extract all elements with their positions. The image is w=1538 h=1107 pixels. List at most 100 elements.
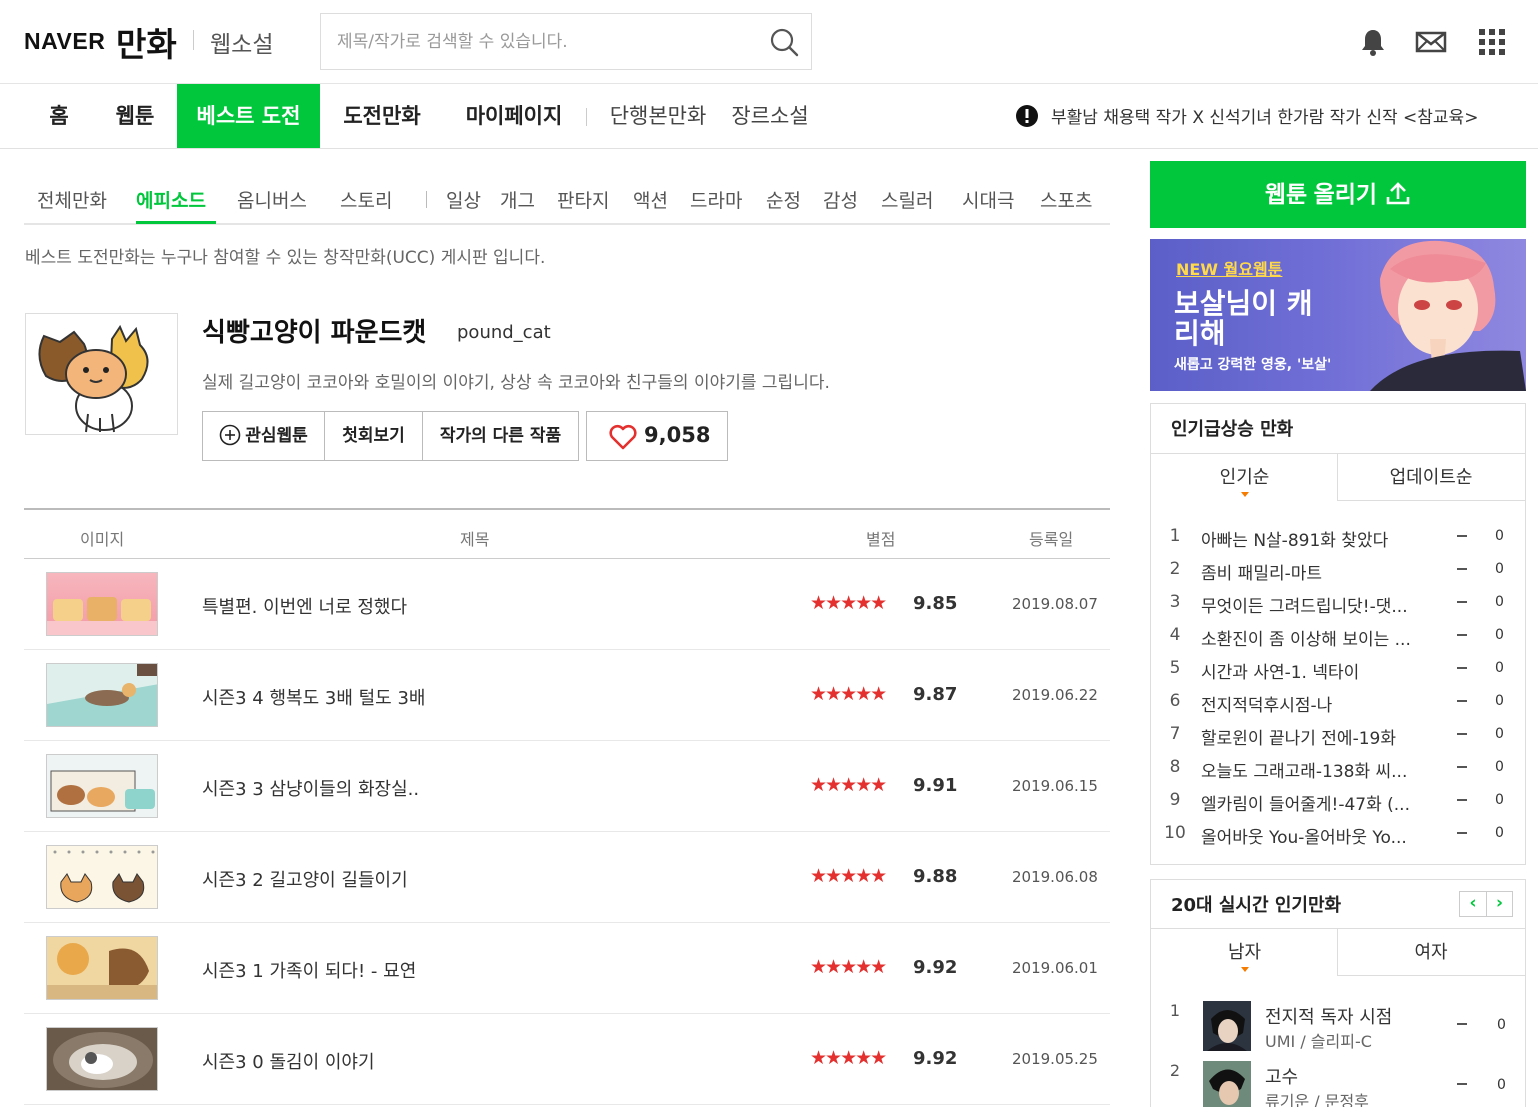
- tab-historical[interactable]: 시대극: [962, 186, 1014, 213]
- nav-challenge[interactable]: 도전만화: [332, 84, 432, 148]
- notice-link[interactable]: 부활남 채용택 작가 X 신석기녀 한가람 작가 신작 <참교육>: [1051, 103, 1478, 128]
- comic-thumbnail[interactable]: [1203, 1001, 1251, 1051]
- episode-thumbnail[interactable]: [46, 663, 158, 727]
- bell-icon[interactable]: [1357, 27, 1389, 57]
- no-change-icon: [1457, 1023, 1467, 1025]
- tab-daily[interactable]: 일상: [446, 186, 481, 213]
- tab-sports[interactable]: 스포츠: [1040, 186, 1092, 213]
- list-item[interactable]: 2 좀비 패밀리-마트 0: [1151, 559, 1525, 592]
- episode-thumbnail[interactable]: [46, 936, 158, 1000]
- nav-home[interactable]: 홈: [30, 84, 88, 148]
- list-item[interactable]: 10 올어바웃 You-올어바웃 Yo... 0: [1151, 823, 1525, 856]
- nav-genre-novel[interactable]: 장르소설: [726, 84, 814, 148]
- tab-updated[interactable]: 업데이트순: [1337, 454, 1524, 501]
- list-item[interactable]: 7 할로윈이 끝나기 전에-19화 0: [1151, 724, 1525, 757]
- webtoon-author[interactable]: pound_cat: [457, 322, 551, 343]
- tab-female[interactable]: 여자: [1337, 929, 1524, 976]
- tab-drama[interactable]: 드라마: [690, 186, 742, 213]
- tab-omnibus[interactable]: 옴니버스: [237, 186, 307, 213]
- episode-date: 2019.06.08: [1012, 868, 1098, 886]
- episode-thumbnail[interactable]: [46, 754, 158, 818]
- tab-popular[interactable]: 인기순: [1151, 454, 1338, 501]
- rank-title[interactable]: 시간과 사연-1. 넥타이: [1201, 658, 1433, 683]
- rank-title[interactable]: 무엇이든 그려드립니닷!-댓...: [1201, 592, 1433, 617]
- apps-grid-icon[interactable]: [1476, 27, 1508, 57]
- webtoon-summary: 실제 길고양이 코코아와 호밀이의 이야기, 상상 속 코코아와 친구들의 이야…: [202, 373, 830, 393]
- other-works-button[interactable]: 작가의 다른 작품: [423, 412, 578, 460]
- rank-change: 0: [1495, 825, 1504, 841]
- col-image: 이미지: [80, 530, 125, 549]
- upload-webtoon-button[interactable]: 웹툰 올리기: [1150, 161, 1526, 228]
- tab-fantasy[interactable]: 판타지: [557, 186, 609, 213]
- list-item[interactable]: 2 고수 류기운 / 문정후 0: [1151, 1061, 1525, 1107]
- rank-title[interactable]: 아빠는 N살-891화 찾았다: [1201, 526, 1433, 551]
- search-input[interactable]: [337, 14, 757, 69]
- episode-title[interactable]: 시즌3 1 가족이 되다! - 묘연: [202, 957, 416, 983]
- next-arrow-icon[interactable]: ›: [1486, 892, 1512, 916]
- table-row[interactable]: 시즌3 1 가족이 되다! - 묘연 ★★★★★ 9.92 2019.06.01: [24, 923, 1110, 1014]
- list-item[interactable]: 1 아빠는 N살-891화 찾았다 0: [1151, 526, 1525, 559]
- favorite-button[interactable]: 관심웹툰: [203, 412, 325, 460]
- rating-stars: ★★★★★: [810, 774, 887, 796]
- tab-romance[interactable]: 순정: [766, 186, 801, 213]
- list-item[interactable]: 3 무엇이든 그려드립니닷!-댓... 0: [1151, 592, 1525, 625]
- rising-title: 인기급상승 만화: [1171, 419, 1294, 440]
- rank-title[interactable]: 엘카림이 들어줄게!-47화 (...: [1201, 790, 1433, 815]
- episode-title[interactable]: 시즌3 2 길고양이 길들이기: [202, 866, 408, 892]
- naver-logo[interactable]: NAVER: [24, 28, 105, 55]
- rank-title[interactable]: 좀비 패밀리-마트: [1201, 559, 1433, 584]
- episode-thumbnail[interactable]: [46, 845, 158, 909]
- mail-icon[interactable]: [1415, 27, 1447, 57]
- tab-thriller[interactable]: 스릴러: [881, 186, 933, 213]
- table-row[interactable]: 시즌3 0 돌김이 이야기 ★★★★★ 9.92 2019.05.25: [24, 1014, 1110, 1105]
- episode-title[interactable]: 시즌3 3 삼냥이들의 화장실..: [202, 775, 419, 801]
- rank-title[interactable]: 오늘도 그래고래-138화 씨...: [1201, 757, 1433, 782]
- nav-webtoon[interactable]: 웹툰: [104, 84, 166, 148]
- comic-thumbnail[interactable]: [1203, 1061, 1251, 1107]
- tab-comic[interactable]: 개그: [500, 186, 535, 213]
- tab-emotional[interactable]: 감성: [823, 186, 858, 213]
- list-item[interactable]: 6 전지적덕후시점-나 0: [1151, 691, 1525, 724]
- list-header: 이미지 제목 별점 등록일: [24, 508, 1110, 559]
- list-item[interactable]: 8 오늘도 그래고래-138화 씨... 0: [1151, 757, 1525, 790]
- table-row[interactable]: 특별편. 이번엔 너로 정했다 ★★★★★ 9.85 2019.08.07: [24, 559, 1110, 650]
- nav-mypage[interactable]: 마이페이지: [455, 84, 573, 148]
- tab-episode[interactable]: 에피소드: [136, 186, 206, 213]
- list-item[interactable]: 1 전지적 독자 시점 UMI / 슬리피-C 0: [1151, 1001, 1525, 1061]
- rank-number: 9: [1169, 790, 1181, 810]
- tab-story[interactable]: 스토리: [340, 186, 392, 213]
- episode-title[interactable]: 시즌3 0 돌김이 이야기: [202, 1048, 375, 1074]
- table-row[interactable]: 시즌3 3 삼냥이들의 화장실.. ★★★★★ 9.91 2019.06.15: [24, 741, 1110, 832]
- rank-title[interactable]: 전지적덕후시점-나: [1201, 691, 1433, 716]
- comic-title[interactable]: 전지적 독자 시점: [1265, 1003, 1392, 1029]
- episode-title[interactable]: 특별편. 이번엔 너로 정했다: [202, 593, 407, 619]
- episode-thumbnail[interactable]: [46, 572, 158, 636]
- table-row[interactable]: 시즌3 4 행복도 3배 털도 3배 ★★★★★ 9.87 2019.06.22: [24, 650, 1110, 741]
- tab-all[interactable]: 전체만화: [37, 186, 107, 213]
- promo-banner[interactable]: NEW 월요웹툰 보살님이 캐리해 새롭고 강력한 영웅, '보살': [1150, 239, 1526, 391]
- list-item[interactable]: 9 엘카림이 들어줄게!-47화 (... 0: [1151, 790, 1525, 823]
- episode-thumbnail[interactable]: [46, 1027, 158, 1091]
- rank-title[interactable]: 소환진이 좀 이상해 보이는 ...: [1201, 625, 1433, 650]
- rank-title[interactable]: 할로윈이 끝나기 전에-19화: [1201, 724, 1433, 749]
- comic-title[interactable]: 고수: [1265, 1063, 1298, 1089]
- table-row[interactable]: 시즌3 2 길고양이 길들이기 ★★★★★ 9.88 2019.06.08: [24, 832, 1110, 923]
- first-episode-button[interactable]: 첫회보기: [325, 412, 423, 460]
- nav-best-challenge[interactable]: 베스트 도전: [177, 84, 320, 148]
- webnovel-link[interactable]: 웹소설: [210, 25, 273, 59]
- manhwa-logo[interactable]: 만화: [116, 18, 177, 66]
- tab-male[interactable]: 남자: [1151, 929, 1338, 976]
- list-item[interactable]: 5 시간과 사연-1. 넥타이 0: [1151, 658, 1525, 691]
- rank-title[interactable]: 올어바웃 You-올어바웃 Yo...: [1201, 823, 1433, 848]
- episode-title[interactable]: 시즌3 4 행복도 3배 털도 3배: [202, 684, 425, 710]
- rating-score: 9.91: [913, 775, 958, 796]
- list-item[interactable]: 4 소환진이 좀 이상해 보이는 ... 0: [1151, 625, 1525, 658]
- prev-arrow-icon[interactable]: ‹: [1460, 892, 1486, 916]
- tab-action[interactable]: 액션: [633, 186, 668, 213]
- rank-change: 0: [1495, 561, 1504, 577]
- like-button[interactable]: 9,058: [586, 411, 728, 461]
- search-icon[interactable]: [769, 27, 799, 57]
- nav-books[interactable]: 단행본만화: [600, 84, 716, 148]
- active-caret-icon: [1241, 967, 1249, 972]
- banner-title: 보살님이 캐리해: [1174, 287, 1313, 350]
